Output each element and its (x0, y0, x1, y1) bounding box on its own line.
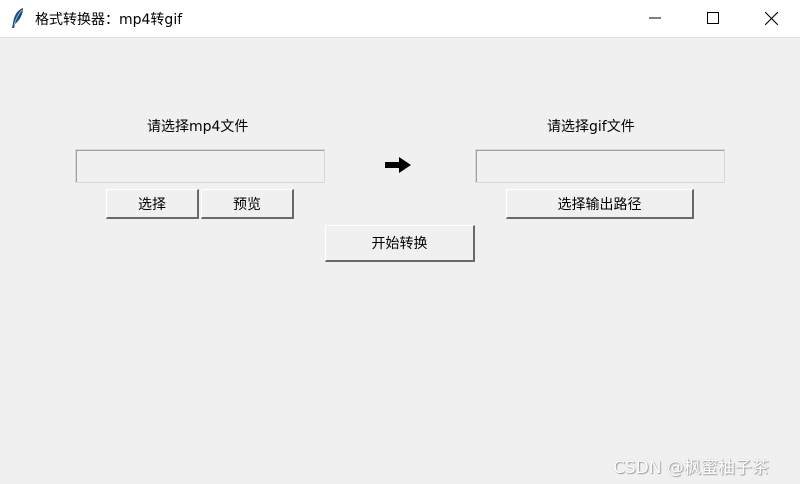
mp4-path-input[interactable] (75, 149, 325, 183)
watermark: CSDN @枫蜜柚子茶 (613, 458, 769, 478)
close-icon (764, 11, 778, 25)
gif-path-input[interactable] (475, 149, 725, 183)
minimize-button[interactable] (626, 0, 684, 36)
close-button[interactable] (742, 0, 800, 36)
maximize-button[interactable] (684, 0, 742, 36)
mp4-file-label: 请选择mp4文件 (147, 119, 249, 135)
feather-icon (10, 7, 26, 29)
app-window: 格式转换器：mp4转gif 请选择mp4文件 请选择gif文件 选择 预览 选择… (0, 0, 800, 484)
title-bar: 格式转换器：mp4转gif (0, 0, 800, 38)
preview-button[interactable]: 预览 (201, 189, 294, 219)
window-title: 格式转换器：mp4转gif (35, 12, 183, 28)
right-arrow-icon (384, 157, 412, 173)
gif-file-label: 请选择gif文件 (547, 119, 635, 135)
start-convert-button[interactable]: 开始转换 (325, 225, 475, 262)
client-area: 请选择mp4文件 请选择gif文件 选择 预览 选择输出路径 开始转换 CSDN… (0, 38, 800, 484)
maximize-icon (707, 12, 719, 24)
select-mp4-button[interactable]: 选择 (106, 189, 199, 219)
minimize-icon (649, 17, 661, 19)
select-output-path-button[interactable]: 选择输出路径 (506, 189, 694, 219)
